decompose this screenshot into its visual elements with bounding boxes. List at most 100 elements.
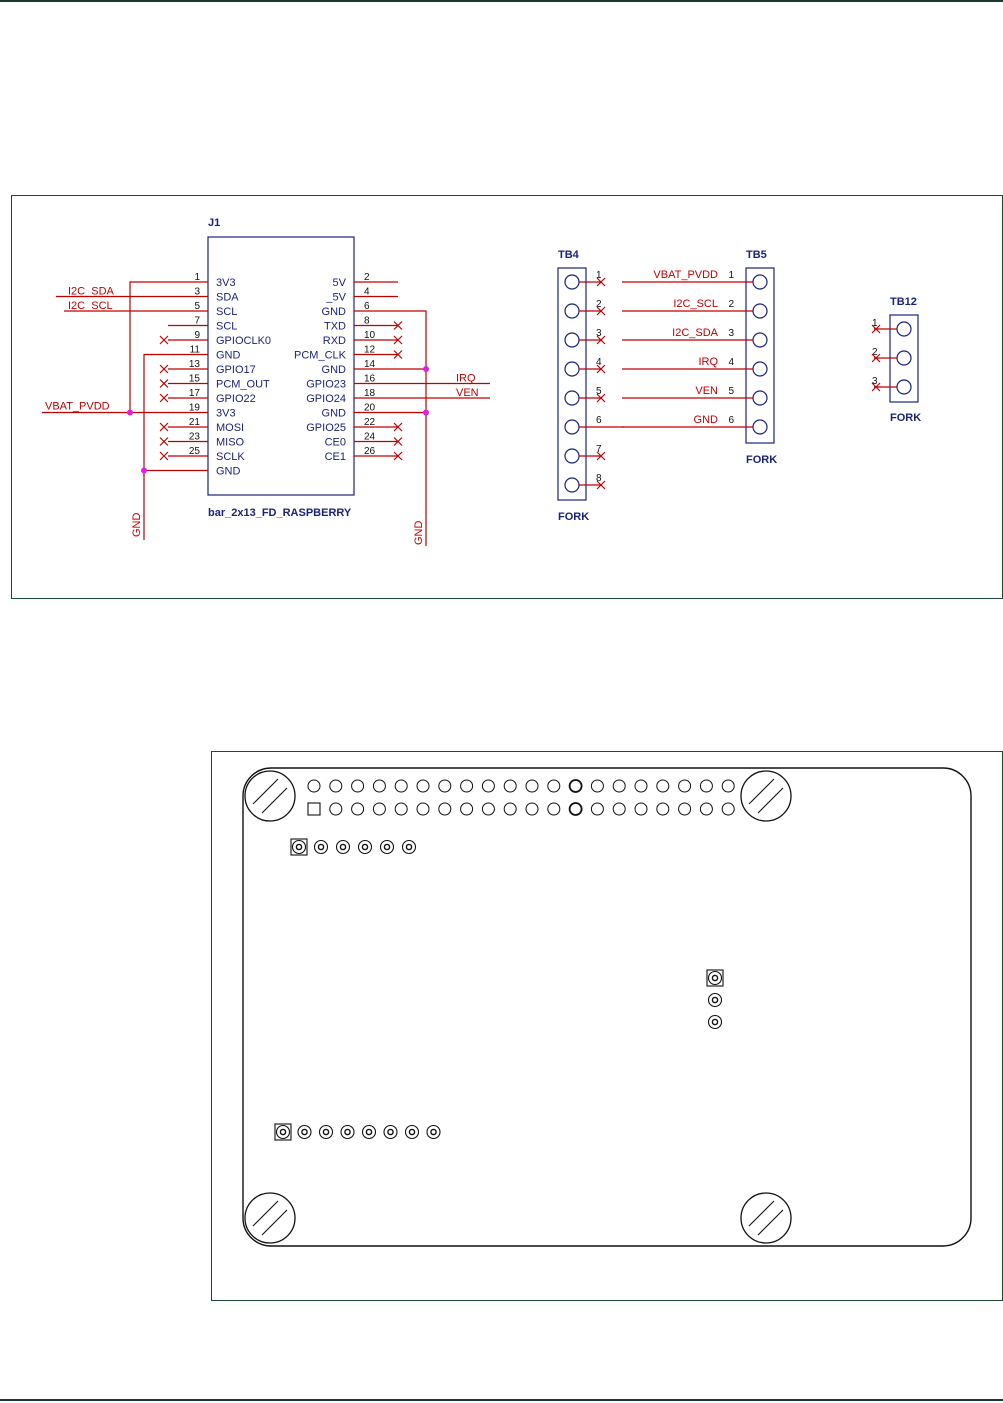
- header-pad: [481, 802, 495, 816]
- net-label-i2c-sda: I2C_SDA: [68, 286, 115, 298]
- header-pad: [351, 802, 365, 816]
- header-pad: [568, 779, 583, 793]
- bottom-connector-pad-ring: [426, 1124, 441, 1140]
- header-pad: [634, 802, 648, 816]
- header-pad: [568, 802, 583, 816]
- j1-left-pin-number: 25: [189, 446, 201, 457]
- j1-left-pin-name: GPIO22: [216, 393, 256, 405]
- j1-right-pin-number: 20: [364, 403, 376, 414]
- j1-ref: J1: [208, 217, 220, 229]
- bottom-connector-pad-ring: [340, 1124, 355, 1140]
- net-wire: [398, 310, 427, 546]
- tb5-pin-number: 1: [728, 270, 734, 281]
- mounting-hole: [740, 770, 792, 822]
- header-pad: [590, 802, 604, 816]
- tb4-pin-number: 6: [596, 415, 602, 426]
- header-pad: [460, 779, 474, 793]
- top-rule: [0, 0, 1003, 2]
- no-connect-mark: [159, 379, 169, 388]
- header-pad: [481, 779, 495, 793]
- tb12-terminal: [896, 379, 912, 395]
- j1-left-pin-name: 3V3: [216, 408, 236, 420]
- tb5-pin-number: 2: [728, 299, 734, 310]
- j1-right-pin-name: _5V: [325, 292, 346, 304]
- header-pad: [612, 802, 626, 816]
- tb4-terminal: [564, 361, 580, 377]
- header-pad: [394, 802, 408, 816]
- j1-right-pins: 2 5V 4 _5V 6 GND 8 TXD 10 RXD 12 PCM_CLK 14 GND 16 GPIO…: [294, 272, 403, 463]
- j1-left-pins: 1 3V3 3 SDA 5 SCL 7 SCL 9 GPIOCLK0 11 GND 13 GPIO17 15…: [159, 272, 271, 478]
- bottom-rule: [0, 1399, 1003, 1401]
- tb4-terminal: [564, 477, 580, 493]
- tb5-ref: TB5: [746, 249, 767, 261]
- mid-connector-pad-square: [706, 969, 724, 987]
- tb12-ref: TB12: [890, 296, 917, 308]
- top-connector-pad-ring: [401, 839, 417, 855]
- header-pad: [678, 802, 692, 816]
- net-label-i2c-scl: I2C_SCL: [68, 300, 113, 312]
- tb5-pins: 1 VBAT_PVDD 2 I2C_SCL 3 I2C_SDA 4 IRQ 5 VEN 6 GND: [602, 269, 768, 435]
- tb5-pin-number: 4: [728, 357, 734, 368]
- j1-left-pin-number: 17: [189, 388, 201, 399]
- no-connect-mark: [159, 437, 169, 446]
- mid-connector-pad-ring: [707, 1014, 723, 1030]
- j1-left-pin-number: 23: [189, 432, 201, 443]
- tb4-terminal: [564, 419, 580, 435]
- header-pad: [503, 802, 517, 816]
- header-pad: [590, 779, 604, 793]
- mounting-hole-ring: [244, 1192, 296, 1244]
- j1-right-pin-number: 2: [364, 272, 370, 283]
- header-pad-square: [307, 802, 321, 816]
- bottom-connector-pad-square: [274, 1123, 292, 1141]
- tb5-pin-number: 5: [728, 386, 734, 397]
- mounting-hole: [244, 770, 296, 822]
- gpio-header-footprint: [307, 779, 735, 816]
- j1-right-pin-name: RXD: [323, 335, 346, 347]
- j1-right-pin-name: GND: [322, 306, 347, 318]
- mid-connector-pad-hole: [711, 1018, 719, 1026]
- no-connect-mark: [159, 422, 169, 432]
- tb5-net-label: GND: [694, 414, 719, 426]
- junction-dot: [423, 409, 429, 416]
- tb4-body: [557, 267, 587, 501]
- header-pad: [656, 779, 670, 793]
- tb5-net-label: IRQ: [698, 356, 718, 368]
- j1-left-pin-number: 19: [189, 403, 201, 414]
- top-connector-pad-hole: [383, 843, 391, 851]
- mounting-hole-ring: [244, 770, 296, 822]
- tb5-type: FORK: [746, 454, 777, 466]
- j1-right-pin-name: PCM_CLK: [294, 350, 347, 362]
- bottom-connector-pad-hole: [344, 1128, 351, 1136]
- tb5-net-label: I2C_SCL: [673, 298, 718, 310]
- top-connector-pad-hole: [339, 843, 347, 851]
- mounting-hole: [740, 1192, 792, 1244]
- bottom-connector-pad-ring: [318, 1124, 334, 1140]
- top-connector-pad-hole: [405, 843, 413, 851]
- j1-right-pin-name: CE0: [325, 437, 346, 449]
- mid-connector-pad-hole: [711, 996, 719, 1004]
- tb12-pins: 123: [871, 318, 912, 395]
- header-pad: [634, 779, 648, 793]
- header-pad: [438, 802, 452, 816]
- net-label-ven: VEN: [456, 387, 479, 399]
- j1-left-pin-name: GND: [216, 466, 241, 478]
- header-pad: [307, 779, 321, 793]
- bottom-connector-pad-ring: [383, 1124, 398, 1140]
- header-pad: [699, 802, 713, 816]
- j1-left-pin-name: MOSI: [216, 422, 244, 434]
- top-connector-pad-ring: [291, 839, 307, 855]
- j1-left-pin-number: 3: [194, 287, 200, 298]
- junction-dot: [127, 409, 133, 416]
- j1-left-pin-name: GPIO17: [216, 364, 256, 376]
- bottom-connector-pad-hole: [365, 1128, 373, 1136]
- top-connector-pad-ring: [313, 839, 329, 855]
- header-pad: [699, 779, 713, 793]
- tb5-net-label: VBAT_PVDD: [653, 269, 718, 281]
- bottom-connector-pad-hole: [322, 1128, 330, 1136]
- j1-left-pin-name: 3V3: [216, 277, 236, 289]
- j1-left-pin-name: GPIOCLK0: [216, 335, 271, 347]
- j1-right-pin-name: GPIO23: [306, 379, 346, 391]
- j1-right-pin-name: GPIO25: [306, 422, 346, 434]
- tb5-body: [745, 267, 775, 444]
- header-pad: [525, 779, 539, 793]
